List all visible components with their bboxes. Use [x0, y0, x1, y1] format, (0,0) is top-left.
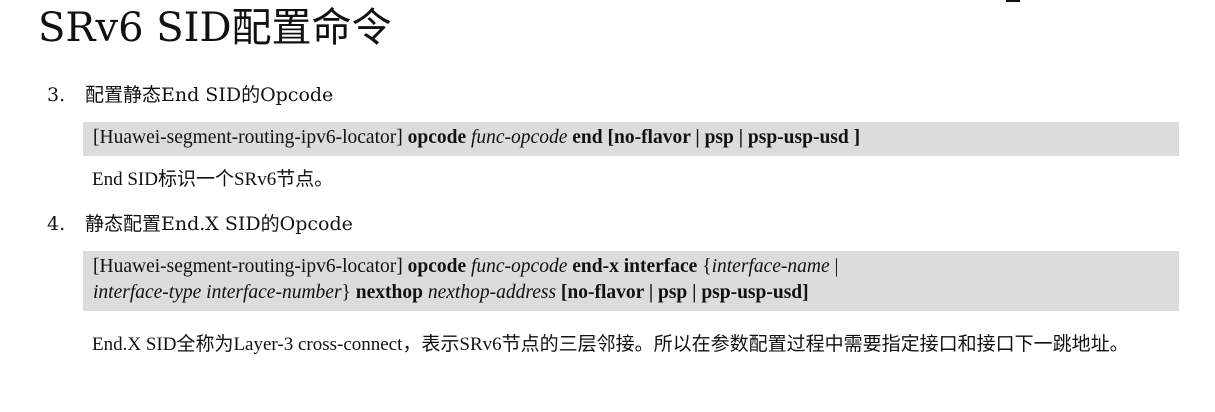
- keyword-nexthop: nexthop: [355, 282, 423, 303]
- command-block-endx: [Huawei-segment-routing-ipv6-locator] op…: [83, 251, 1179, 311]
- step-3-heading: 3. 配置静态End SID的Opcode: [47, 82, 333, 108]
- param-func-opcode: func-opcode: [470, 127, 568, 148]
- param-interface-number: interface-number: [206, 282, 342, 303]
- command-view: [Huawei-segment-routing-ipv6-locator]: [93, 127, 403, 148]
- param-interface-name: interface-name: [711, 256, 830, 277]
- command-options: [no-flavor | psp | psp-usp-usd ]: [607, 127, 861, 148]
- param-func-opcode: func-opcode: [470, 256, 568, 277]
- step-3-description: End SID标识一个SRv6节点。: [92, 169, 334, 190]
- step-4-description: End.X SID全称为Layer-3 cross-connect，表示SRv6…: [92, 334, 1129, 355]
- keyword-opcode: opcode: [407, 256, 467, 277]
- brace-close: }: [341, 282, 351, 303]
- keyword-end-x-interface: end-x interface: [572, 256, 698, 277]
- step-title: 静态配置End.X SID的Opcode: [85, 213, 353, 235]
- param-nexthop-address: nexthop-address: [427, 282, 557, 303]
- step-title: 配置静态End SID的Opcode: [85, 84, 334, 106]
- step-number: 3.: [47, 84, 66, 106]
- command-view: [Huawei-segment-routing-ipv6-locator]: [93, 256, 403, 277]
- decorative-mark: [1006, 0, 1020, 2]
- brace-open: {: [702, 256, 712, 277]
- command-options: [no-flavor | psp | psp-usp-usd]: [560, 282, 809, 303]
- command-block-end: [Huawei-segment-routing-ipv6-locator] op…: [83, 122, 1179, 156]
- keyword-end: end: [572, 127, 603, 148]
- page-title: SRv6 SID配置命令: [38, 5, 392, 51]
- param-interface-type: interface-type: [93, 282, 202, 303]
- step-4-heading: 4. 静态配置End.X SID的Opcode: [47, 211, 353, 237]
- separator: |: [834, 256, 839, 277]
- step-number: 4.: [47, 213, 66, 235]
- keyword-opcode: opcode: [407, 127, 467, 148]
